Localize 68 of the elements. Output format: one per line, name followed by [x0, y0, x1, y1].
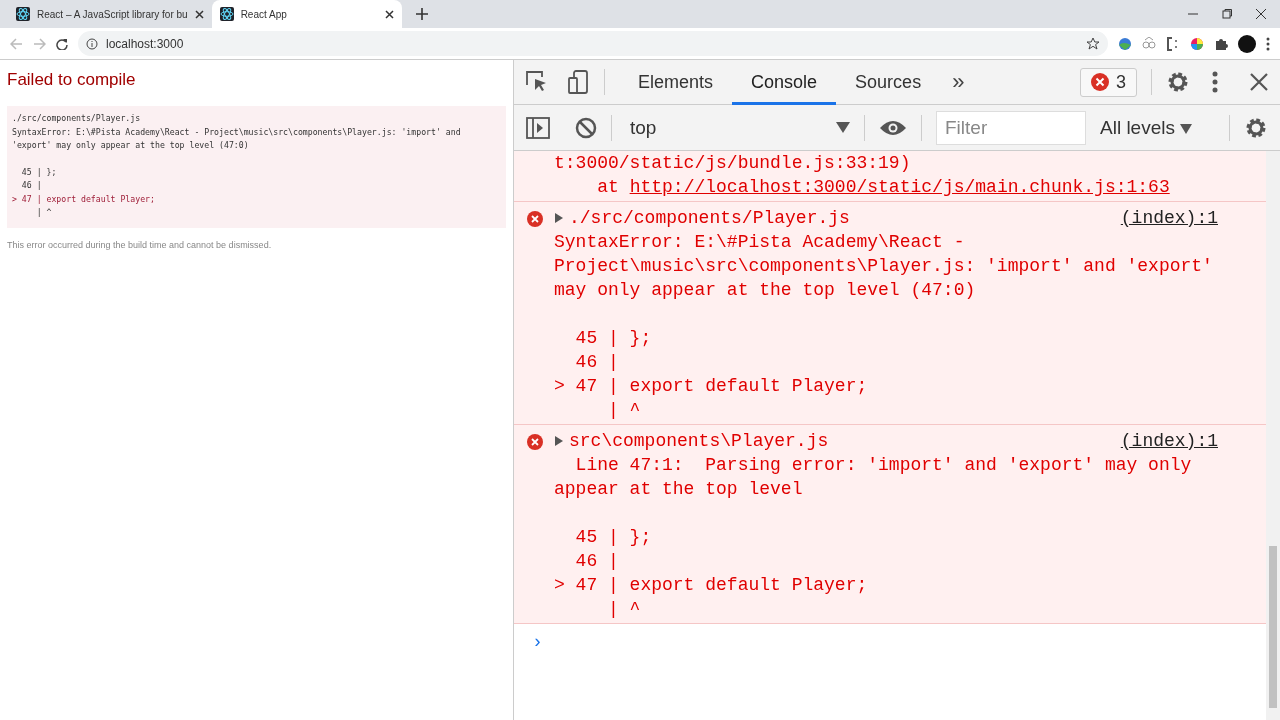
expand-triangle-icon[interactable] — [554, 213, 564, 223]
new-tab-icon[interactable] — [415, 8, 428, 20]
stack-trace-line: t:3000/static/js/bundle.js:33:19) — [554, 152, 912, 175]
sidebar-toggle-icon[interactable] — [526, 116, 550, 139]
more-menu-icon[interactable] — [1212, 71, 1218, 93]
more-tabs-button[interactable]: » — [940, 69, 977, 95]
address-text: localhost:3000 — [106, 36, 184, 51]
maximize-icon[interactable] — [1222, 9, 1232, 19]
code-line: | ^ — [35, 206, 53, 219]
address-field[interactable]: localhost:3000 — [78, 31, 1108, 56]
code-line: > 47 | export default Player; — [12, 192, 156, 206]
source-link[interactable]: (index):1 — [1120, 429, 1218, 453]
close-icon[interactable] — [1256, 9, 1266, 19]
puzzle-piece-icon[interactable] — [1214, 36, 1228, 51]
code-line: 45 | }; — [20, 165, 58, 179]
error-count-badge[interactable]: 3 — [1080, 67, 1137, 97]
stack-trace-text: at — [596, 177, 620, 197]
color-wheel-icon[interactable] — [1190, 36, 1204, 51]
close-icon[interactable] — [1250, 73, 1268, 91]
browser-tab[interactable]: React App — [211, 0, 402, 28]
filter-field[interactable]: Filter — [936, 110, 1086, 145]
error-icon — [527, 211, 543, 227]
devtools-tab[interactable]: Sources — [836, 59, 941, 105]
devtools-tab[interactable]: Elements — [619, 59, 733, 105]
code-line: 46 | — [20, 179, 43, 192]
error-title: Failed to compile — [7, 70, 137, 90]
inspect-icon[interactable] — [526, 71, 548, 93]
reload-icon[interactable] — [56, 37, 68, 50]
settings-icon[interactable] — [1166, 70, 1190, 94]
star-icon[interactable] — [1086, 37, 1100, 50]
code-line: 45 | }; — [574, 327, 653, 350]
code-line: 45 | }; — [574, 526, 653, 549]
dropdown-caret-icon — [836, 122, 850, 133]
error-message: SyntaxError: E:\#Pista Academy\React - Project\music\src\components\Player.js: 'import' and 'export' may only appear at the top level (47:0) — [554, 231, 1214, 302]
context-select[interactable]: top — [626, 116, 850, 139]
clear-console-icon[interactable] — [575, 116, 597, 139]
code-line: | ^ — [607, 598, 642, 621]
error-note: This error occurred during the build time and cannot be dismissed. — [7, 239, 273, 250]
stack-trace-link[interactable]: http://localhost:3000/static/js/main.chunk.js:1:63 — [629, 177, 1170, 197]
info-icon — [86, 37, 98, 50]
error-source-file[interactable]: src\components\Player.js — [569, 429, 829, 453]
source-link[interactable]: (index):1 — [1120, 206, 1218, 230]
expand-triangle-icon[interactable] — [554, 436, 564, 446]
console-prompt[interactable]: › — [514, 624, 1266, 660]
error-icon — [527, 434, 543, 450]
code-line: > 47 | export default Player; — [554, 574, 869, 597]
code-line: 46 | — [574, 351, 620, 374]
code-line: 46 | — [574, 550, 620, 573]
error-message: Line 47:1: Parsing error: 'import' and 'export' may only appear at the top level — [554, 454, 1193, 501]
react-logo-icon — [219, 7, 234, 21]
avatar-icon[interactable] — [1238, 34, 1256, 53]
browser-tab[interactable]: React – A JavaScript library for bu — [8, 0, 212, 28]
more-menu-icon[interactable] — [1266, 36, 1270, 51]
dropdown-caret-icon — [1180, 123, 1193, 134]
log-levels-dropdown[interactable]: All levels — [1100, 116, 1193, 139]
device-icon[interactable] — [568, 70, 590, 94]
error-message: SyntaxError: E:\#Pista Academy\React - Project\music\src\components\Player.js: 'import' and 'export' may only appear at the top level (47:0) — [12, 125, 462, 152]
error-icon — [1091, 73, 1109, 91]
globe-extension-icon[interactable] — [1118, 36, 1132, 51]
close-icon[interactable] — [194, 9, 204, 19]
react-logo-icon — [16, 7, 30, 21]
close-icon[interactable] — [384, 9, 394, 19]
error-source-file[interactable]: ./src/components/Player.js — [569, 206, 850, 230]
code-line: > 47 | export default Player; — [554, 375, 869, 398]
bracket-extension-icon[interactable] — [1166, 36, 1180, 51]
code-line: | ^ — [607, 399, 642, 422]
file-path: ./src/components/Player.js — [12, 112, 142, 125]
link-extension-icon[interactable] — [1142, 36, 1156, 51]
